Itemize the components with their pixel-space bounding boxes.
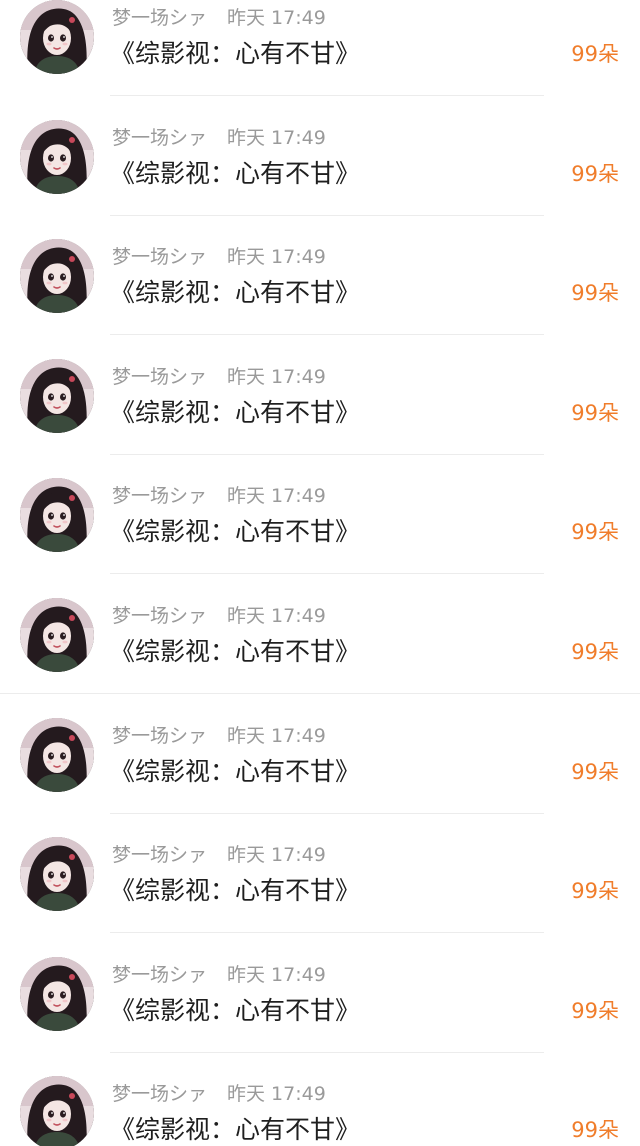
flower-count: 99朵	[571, 640, 619, 664]
list-item[interactable]: 梦一场シァ 昨天 17:49 《综影视：心有不甘》 99朵	[0, 956, 640, 1077]
item-meta: 梦一场シァ 昨天 17:49	[112, 843, 326, 867]
avatar[interactable]	[20, 837, 94, 912]
timestamp: 昨天 17:49	[227, 126, 326, 149]
flower-count: 99朵	[571, 161, 619, 186]
divider	[0, 693, 640, 694]
book-title[interactable]: 《综影视：心有不甘》	[110, 756, 360, 788]
timestamp: 昨天 17:49	[227, 365, 326, 388]
book-title[interactable]: 《综影视：心有不甘》	[110, 38, 360, 70]
username[interactable]: 梦一场シァ	[112, 1083, 207, 1105]
divider	[110, 932, 544, 934]
book-title[interactable]: 《综影视：心有不甘》	[110, 636, 360, 668]
flower-count: 99朵	[571, 879, 619, 904]
timestamp: 昨天 17:49	[227, 724, 326, 747]
avatar[interactable]	[20, 478, 94, 553]
item-meta: 梦一场シァ 昨天 17:49	[112, 1082, 326, 1106]
username[interactable]: 梦一场シァ	[112, 485, 207, 507]
flower-count: 99朵	[571, 400, 619, 425]
list-item[interactable]: 梦一场シァ 昨天 17:49 《综影视：心有不甘》 99朵	[0, 0, 640, 120]
book-title[interactable]: 《综影视：心有不甘》	[110, 1114, 360, 1146]
list-item[interactable]: 梦一场シァ 昨天 17:49 《综影视：心有不甘》 99朵	[0, 837, 640, 957]
item-meta: 梦一场シァ 昨天 17:49	[112, 604, 326, 628]
divider	[110, 214, 544, 216]
username[interactable]: 梦一场シァ	[112, 964, 207, 986]
timestamp: 昨天 17:49	[227, 963, 326, 986]
timestamp: 昨天 17:49	[227, 605, 326, 627]
username[interactable]: 梦一场シァ	[112, 246, 207, 268]
avatar[interactable]	[20, 239, 94, 314]
item-meta: 梦一场シァ 昨天 17:49	[112, 963, 326, 987]
avatar[interactable]	[20, 1076, 94, 1146]
book-title[interactable]: 《综影视：心有不甘》	[110, 995, 360, 1027]
item-meta: 梦一场シァ 昨天 17:49	[112, 484, 326, 508]
book-title[interactable]: 《综影视：心有不甘》	[110, 277, 360, 309]
timestamp: 昨天 17:49	[227, 7, 326, 29]
flower-count: 99朵	[571, 1118, 619, 1143]
list-item[interactable]: 梦一场シァ 昨天 17:49 《综影视：心有不甘》 99朵	[0, 717, 640, 838]
username[interactable]: 梦一场シァ	[112, 7, 207, 29]
list-item[interactable]: 梦一场シァ 昨天 17:49 《综影视：心有不甘》 99朵	[0, 598, 640, 718]
item-meta: 梦一场シァ 昨天 17:49	[112, 365, 326, 389]
avatar[interactable]	[20, 717, 94, 792]
username[interactable]: 梦一场シァ	[112, 725, 207, 747]
avatar[interactable]	[20, 598, 94, 672]
divider	[110, 1051, 544, 1053]
divider	[110, 812, 544, 814]
avatar[interactable]	[20, 358, 94, 433]
item-meta: 梦一场シァ 昨天 17:49	[112, 126, 326, 150]
avatar[interactable]	[20, 119, 94, 194]
book-title[interactable]: 《综影视：心有不甘》	[110, 158, 360, 190]
flower-count: 99朵	[571, 998, 619, 1023]
username[interactable]: 梦一场シァ	[112, 366, 207, 388]
book-title[interactable]: 《综影视：心有不甘》	[110, 875, 360, 907]
avatar[interactable]	[20, 956, 94, 1031]
timestamp: 昨天 17:49	[227, 1083, 326, 1106]
timestamp: 昨天 17:49	[227, 844, 326, 867]
item-meta: 梦一场シァ 昨天 17:49	[112, 245, 326, 269]
divider	[110, 573, 544, 575]
flower-count: 99朵	[571, 759, 619, 784]
book-title[interactable]: 《综影视：心有不甘》	[110, 397, 360, 429]
timestamp: 昨天 17:49	[227, 246, 326, 269]
list-item[interactable]: 梦一场シァ 昨天 17:49 《综影视：心有不甘》 99朵	[0, 358, 640, 479]
gift-record-list: 梦一场シァ 昨天 17:49 《综影视：心有不甘》 99朵 梦一场シァ 昨天 17:…	[0, 0, 640, 1146]
item-meta: 梦一场シァ 昨天 17:49	[112, 724, 326, 748]
list-item[interactable]: 梦一场シァ 昨天 17:49 《综影视：心有不甘》 99朵	[0, 1076, 640, 1146]
username[interactable]: 梦一场シァ	[112, 844, 207, 866]
list-item[interactable]: 梦一场シァ 昨天 17:49 《综影视：心有不甘》 99朵	[0, 119, 640, 240]
book-title[interactable]: 《综影视：心有不甘》	[110, 516, 360, 548]
list-item[interactable]: 梦一场シァ 昨天 17:49 《综影视：心有不甘》 99朵	[0, 478, 640, 598]
divider	[110, 453, 544, 455]
username[interactable]: 梦一场シァ	[112, 605, 207, 627]
avatar[interactable]	[20, 0, 94, 74]
flower-count: 99朵	[571, 42, 619, 66]
username[interactable]: 梦一场シァ	[112, 127, 207, 149]
divider	[110, 334, 544, 336]
flower-count: 99朵	[571, 520, 619, 545]
flower-count: 99朵	[571, 281, 619, 306]
divider	[110, 95, 544, 96]
list-item[interactable]: 梦一场シァ 昨天 17:49 《综影视：心有不甘》 99朵	[0, 239, 640, 359]
timestamp: 昨天 17:49	[227, 485, 326, 508]
item-meta: 梦一场シァ 昨天 17:49	[112, 6, 326, 30]
